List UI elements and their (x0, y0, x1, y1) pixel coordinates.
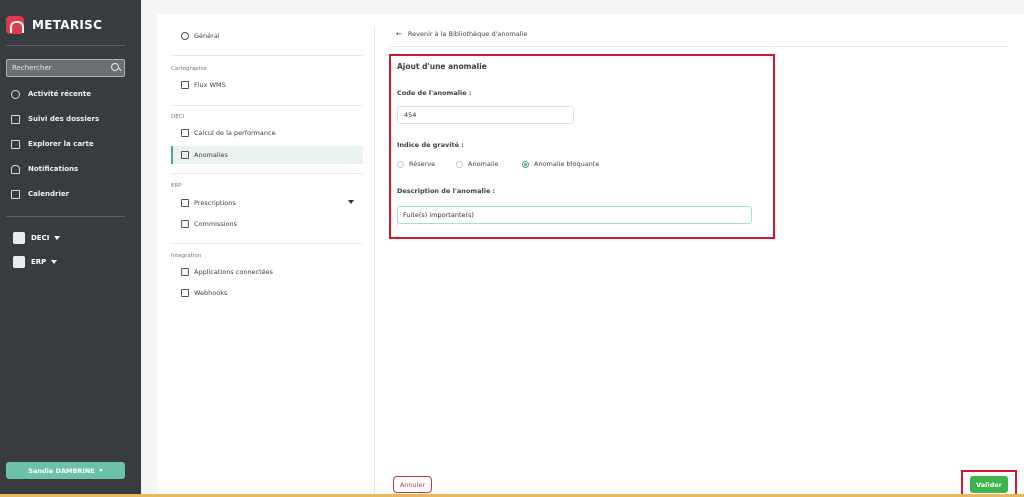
cancel-button[interactable]: Annuler (393, 476, 432, 493)
group-deci[interactable]: DECI (13, 231, 61, 245)
building-icon (13, 256, 25, 268)
settings-label: Général (194, 32, 220, 40)
submit-button[interactable]: Valider (970, 476, 1008, 493)
nav-item-notifications[interactable]: Notifications (11, 162, 78, 176)
category-divider (171, 55, 363, 56)
user-menu-button[interactable]: Sandie DAMBRINE (6, 462, 125, 479)
radio-label: Anomalie bloquante (534, 160, 600, 168)
settings-label: Anomalies (194, 151, 228, 159)
settings-label: Prescriptions (194, 199, 236, 207)
arrow-left-icon: ← (396, 30, 402, 38)
settings-commissions[interactable]: Commissions (181, 217, 237, 231)
settings-label: Commissions (194, 220, 238, 228)
chevron-down-icon[interactable] (348, 200, 354, 204)
settings-label: Applications connectées (194, 268, 274, 276)
settings-webhooks[interactable]: Webhooks (181, 286, 227, 300)
code-value: 454 (404, 111, 417, 119)
submit-label: Valider (976, 480, 1002, 489)
radio-label: Réserve (409, 160, 436, 168)
user-name: Sandie DAMBRINE (28, 466, 95, 475)
column-divider (374, 26, 375, 497)
radio-button (397, 160, 404, 168)
chevron-down-icon (54, 236, 61, 240)
brand[interactable]: METARISC (6, 14, 102, 36)
search-placeholder: Rechercher (12, 64, 52, 72)
code-input[interactable]: 454 (397, 106, 574, 124)
chevron-down-icon (51, 260, 58, 264)
chevron-down-icon (98, 469, 103, 472)
description-value: Fuite(s) importante(s) (403, 211, 474, 219)
settings-general[interactable]: Général (181, 29, 220, 43)
external-link-icon (181, 81, 189, 89)
category-divider (171, 105, 363, 106)
sidebar-divider (6, 45, 125, 46)
radio-anomalie[interactable]: Anomalie (456, 158, 498, 170)
search-input[interactable]: Rechercher (6, 59, 125, 77)
settings-flux-wms[interactable]: Flux WMS (181, 78, 226, 92)
radio-button-selected (522, 160, 529, 168)
radio-label: Anomalie (468, 160, 499, 168)
map-icon (11, 139, 20, 149)
settings-calcul-performance[interactable]: Calcul de la performance (181, 126, 276, 140)
nav-label: Notifications (28, 165, 79, 173)
search-icon[interactable] (108, 60, 124, 76)
folder-icon (11, 114, 20, 124)
code-label: Code de l'anomalie : (397, 89, 472, 97)
group-label: DECI (31, 234, 50, 242)
external-link-icon (181, 289, 189, 297)
form-title: Ajout d'une anomalie (397, 62, 487, 71)
radio-button (456, 160, 463, 168)
radio-anomalie-bloquante[interactable]: Anomalie bloquante (522, 158, 599, 170)
bell-icon (11, 164, 20, 174)
sidebar-divider (6, 216, 125, 217)
external-link-icon (181, 151, 189, 159)
nav-label: Explorer la carte (28, 140, 94, 148)
category-title: DECI (171, 114, 185, 120)
user-circle-icon (181, 32, 189, 40)
back-link[interactable]: ← Revenir à la Bibliothèque d'anomalie (396, 30, 527, 38)
sidebar: METARISC Rechercher Activité récente Sui… (0, 0, 141, 497)
external-link-icon (181, 199, 189, 207)
settings-applications[interactable]: Applications connectées (181, 265, 273, 279)
calendar-icon (11, 189, 20, 199)
external-link-icon (181, 220, 189, 228)
gravity-label: Indice de gravité : (397, 141, 464, 149)
category-divider (171, 243, 363, 244)
mail-icon (181, 129, 189, 137)
group-label: ERP (31, 258, 47, 266)
external-link-icon (181, 268, 189, 276)
nav-item-suivi-dossiers[interactable]: Suivi des dossiers (11, 112, 99, 126)
hydrant-icon (13, 232, 25, 244)
header-divider (389, 46, 1008, 47)
nav-item-activite[interactable]: Activité récente (11, 87, 91, 101)
settings-prescriptions[interactable]: Prescriptions (181, 196, 236, 210)
settings-label: Calcul de la performance (194, 129, 276, 137)
description-input[interactable]: Fuite(s) importante(s) (397, 206, 752, 224)
category-divider (171, 173, 363, 174)
category-title: Intégration (171, 253, 202, 259)
cancel-label: Annuler (399, 480, 426, 489)
nav-item-calendrier[interactable]: Calendrier (11, 187, 69, 201)
nav-item-explorer-carte[interactable]: Explorer la carte (11, 137, 94, 151)
settings-anomalies[interactable]: Anomalies (181, 148, 228, 162)
category-title: ERP (171, 183, 182, 189)
category-title: Cartographie (171, 66, 208, 72)
settings-label: Webhooks (194, 289, 228, 297)
nav-label: Calendrier (28, 190, 70, 198)
nav-label: Activité récente (28, 90, 91, 98)
description-label: Description de l'anomalie : (397, 187, 496, 195)
nav-label: Suivi des dossiers (28, 115, 100, 123)
activity-icon (11, 89, 20, 99)
app-name: METARISC (32, 18, 103, 32)
back-link-label: Revenir à la Bibliothèque d'anomalie (407, 30, 528, 38)
radio-reserve[interactable]: Réserve (397, 158, 435, 170)
settings-label: Flux WMS (194, 81, 226, 89)
group-erp[interactable]: ERP (13, 255, 58, 269)
metarisc-logo-icon (6, 16, 24, 34)
